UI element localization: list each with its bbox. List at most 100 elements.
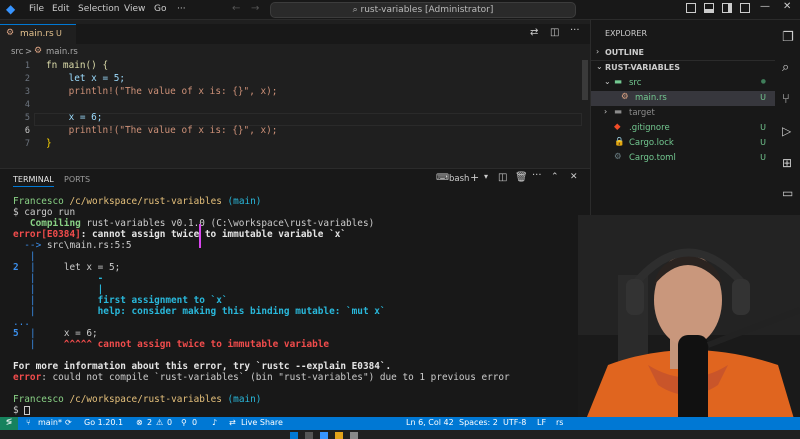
tree-item-main-rs[interactable]: ⚙ main.rs U	[591, 91, 776, 106]
terminal-line: | |	[13, 284, 103, 295]
taskbar-app-icon[interactable]	[320, 432, 328, 439]
close-window-icon[interactable]: ✕	[783, 1, 791, 12]
taskbar-app-icon[interactable]	[305, 432, 313, 439]
underline-marker: -	[35, 273, 104, 284]
remote-explorer-icon[interactable]: ▭	[782, 186, 793, 200]
menu-view[interactable]: View	[124, 4, 145, 14]
code-editor[interactable]: 1 2 3 4 5 6 7 fn main() { let x = 5; pri…	[0, 60, 590, 168]
gutter-pipe: |	[13, 306, 36, 317]
os-taskbar	[0, 430, 800, 439]
tab-terminal[interactable]: TERMINAL	[13, 175, 54, 187]
remote-indicator-icon[interactable]: ≶	[0, 417, 18, 430]
breadcrumb-file[interactable]: main.rs	[46, 47, 78, 57]
command-center[interactable]: ⌕ rust-variables [Administrator]	[270, 2, 576, 18]
git-icon: ◆	[614, 122, 621, 132]
status-go-version[interactable]: Go 1.20.1	[84, 418, 123, 427]
tab-ports[interactable]: PORTS	[64, 175, 90, 184]
layout-customize-icon[interactable]	[740, 3, 750, 13]
status-live-share[interactable]: Live Share	[241, 418, 283, 427]
tree-item-gitignore[interactable]: ◆ .gitignore U	[591, 121, 776, 136]
prompt-symbol: $	[13, 405, 25, 416]
error-code: error[E0384]	[13, 229, 81, 240]
gear-icon: ⚙	[614, 152, 622, 162]
start-icon[interactable]	[290, 432, 298, 439]
search-icon[interactable]: ⌕	[782, 60, 789, 75]
status-bar: ≶ ⑂ main* ⟳ Go 1.20.1 ⊗ 2 ⚠ 0 ⚲ 0 ♪ ⇄ Li…	[0, 417, 800, 430]
ports-icon: ⚲	[181, 418, 187, 427]
extensions-icon[interactable]: ⊞	[782, 156, 792, 170]
run-debug-icon[interactable]: ▷	[782, 124, 791, 138]
status-encoding[interactable]: UTF-8	[503, 418, 526, 427]
forward-arrow-icon[interactable]: →	[251, 3, 259, 14]
trash-icon[interactable]: 🗑	[515, 172, 528, 183]
project-section[interactable]: RUST-VARIABLES	[605, 63, 680, 72]
new-terminal-icon[interactable]: +	[470, 171, 479, 184]
mouse-text-cursor	[199, 224, 201, 248]
error-summary: : could not compile `rust-variables` (bi…	[41, 372, 510, 383]
more-actions-icon[interactable]: ···	[532, 170, 542, 181]
status-ports[interactable]: 0	[192, 418, 197, 427]
status-indentation[interactable]: Spaces: 2	[459, 418, 498, 427]
menu-go[interactable]: Go	[154, 4, 166, 14]
tree-item-target[interactable]: › ▬ target	[591, 106, 776, 121]
gutter-pipe: |	[13, 295, 36, 306]
taskbar-app-icon[interactable]	[350, 432, 358, 439]
breadcrumb-folder[interactable]: src	[11, 47, 23, 57]
terminal-line: For more information about this error, t…	[13, 361, 392, 372]
more-actions-icon[interactable]: ···	[570, 25, 580, 36]
maximize-panel-icon[interactable]: ⌃	[551, 172, 559, 182]
code-line: println!("The value of x is: {}", x);	[46, 86, 278, 97]
bell-icon[interactable]: ♪	[212, 418, 217, 427]
taskbar-app-icon[interactable]	[335, 432, 343, 439]
outline-section[interactable]: OUTLINE	[605, 48, 644, 57]
menu-edit[interactable]: Edit	[52, 4, 69, 14]
layout-toggle-sidebar-icon[interactable]	[686, 3, 696, 13]
search-icon: ⌕	[352, 5, 361, 15]
line-number: 2	[24, 74, 30, 84]
live-share-icon: ⇄	[229, 418, 236, 427]
files-icon[interactable]: ❐	[782, 30, 794, 45]
tree-item-src[interactable]: ⌄ ▬ src ●	[591, 76, 776, 91]
connector-marker: |	[35, 284, 104, 295]
minimize-icon[interactable]: —	[760, 1, 770, 12]
chevron-down-icon: ⌄	[604, 77, 611, 86]
editor-scrollbar[interactable]	[582, 60, 588, 100]
layout-toggle-secondary-icon[interactable]	[722, 3, 732, 13]
status-errors[interactable]: 2	[147, 418, 152, 427]
sync-icon[interactable]: ⟳	[65, 418, 72, 427]
rust-file-icon: ⚙	[34, 46, 43, 56]
chevron-down-icon[interactable]: ▾	[484, 172, 488, 181]
status-cursor-position[interactable]: Ln 6, Col 42	[406, 418, 454, 427]
line-number: 4	[24, 100, 30, 110]
code-line: }	[46, 138, 52, 149]
menu-more[interactable]: ···	[177, 4, 186, 14]
terminal-line: 5 | x = 6;	[13, 328, 98, 339]
menu-selection[interactable]: Selection	[78, 4, 119, 14]
menu-file[interactable]: File	[29, 4, 44, 14]
back-arrow-icon[interactable]: ←	[232, 3, 240, 14]
tree-item-label: src	[629, 78, 642, 88]
source-control-icon[interactable]: ⑂	[782, 92, 790, 107]
tab-main-rs[interactable]: ⚙ main.rs U	[0, 24, 76, 44]
split-compare-icon[interactable]: ⇄	[530, 27, 538, 38]
terminal-line: Francesco /c/workspace/rust-variables (m…	[13, 394, 261, 405]
status-branch[interactable]: main*	[38, 418, 62, 427]
status-language[interactable]: rs	[556, 418, 563, 427]
split-editor-icon[interactable]: ◫	[550, 27, 559, 38]
error-carets: ^^^^^ cannot assign twice to immutable v…	[35, 339, 330, 350]
status-eol[interactable]: LF	[537, 418, 546, 427]
prompt-user: Francesco	[13, 394, 64, 405]
prompt-user: Francesco	[13, 196, 64, 207]
error-location: src\main.rs:5:5	[41, 240, 132, 251]
chevron-down-icon[interactable]: ⌄	[596, 62, 603, 71]
terminal-line: Francesco /c/workspace/rust-variables (m…	[13, 196, 261, 207]
shell-name[interactable]: bash	[449, 174, 469, 184]
source-control-icon[interactable]: ⑂	[26, 418, 31, 427]
layout-toggle-panel-icon[interactable]	[704, 3, 714, 13]
tree-item-cargo-toml[interactable]: ⚙ Cargo.toml U	[591, 151, 776, 166]
chevron-right-icon[interactable]: ›	[596, 47, 599, 56]
close-panel-icon[interactable]: ✕	[570, 172, 578, 182]
status-warnings[interactable]: 0	[167, 418, 172, 427]
tree-item-cargo-lock[interactable]: 🔒 Cargo.lock U	[591, 136, 776, 151]
split-terminal-icon[interactable]: ◫	[498, 172, 507, 183]
